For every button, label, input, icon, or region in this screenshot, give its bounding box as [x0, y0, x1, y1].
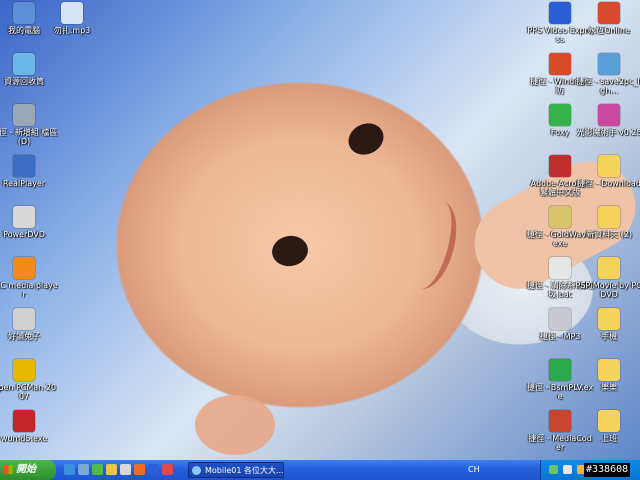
save2pc-icon: [598, 53, 620, 75]
desktop-icon-vlc[interactable]: VLC media player: [0, 257, 58, 299]
folder-icon: [598, 410, 620, 432]
desktop-icon-realplayer[interactable]: RealPlayer: [0, 155, 58, 188]
mediacoder-icon: [549, 410, 571, 432]
folder-icon: [598, 155, 620, 177]
vlc-icon: [13, 257, 35, 279]
wallpaper-baby-ear: [195, 395, 275, 455]
desktop-icon-folder[interactable]: 新資料夾 (2): [575, 206, 640, 239]
desktop-icon-pcman[interactable]: Open PCMan 2007: [0, 359, 58, 401]
rabbit-icon: [13, 308, 35, 330]
start-button[interactable]: 開始: [0, 460, 56, 480]
taskbar-window-button[interactable]: Mobile01 各位大大...: [188, 462, 284, 478]
desktop-icon-rabbit[interactable]: 好讀兔子: [0, 308, 58, 341]
recycle-bin-icon: [13, 53, 35, 75]
desktop-icon-label: 好讀兔子: [8, 332, 40, 341]
taskbar: 開始 Mobile01 各位大大... CH: [0, 460, 640, 480]
goldwave-icon: [549, 206, 571, 228]
cd-icon: [549, 308, 571, 330]
camera-icon: [598, 104, 620, 126]
wallpaper-baby-eye-right: [343, 117, 389, 161]
powerdvd-icon: [13, 206, 35, 228]
desktop-icon-recycle-bin[interactable]: 資源回收筒: [0, 53, 58, 86]
desktop-icon-label: VLC media player: [0, 281, 58, 299]
language-indicator[interactable]: CH: [468, 460, 480, 480]
windows-firewall-icon: [549, 53, 571, 75]
desktop-icon-folder[interactable]: 上班: [575, 410, 640, 443]
desktop-icon-label: 資源回收筒: [4, 77, 44, 86]
watermark-text: #338608: [584, 463, 631, 477]
player-icon[interactable]: [134, 464, 145, 475]
desktop-icon-label: 新資料夾 (2): [586, 230, 632, 239]
desktop-icon-label: PowerDVD: [3, 230, 45, 239]
desktop-icon-game[interactable]: 永恆Online: [575, 2, 640, 35]
wallpaper-baby-eye-left: [269, 233, 311, 269]
media-icon[interactable]: [120, 464, 131, 475]
desktop-icon-label: RealPlayer: [2, 179, 46, 188]
tray-network-icon[interactable]: [549, 465, 558, 474]
desktop-wallpaper: 我的電腦資源回收筒捷徑 - 新增組 檔區 (D)RealPlayerPowerD…: [0, 0, 640, 460]
pps-icon[interactable]: [148, 464, 159, 475]
drive-icon: [13, 104, 35, 126]
desktop-icon-music-file[interactable]: 勿扎.mp3: [38, 2, 106, 35]
mail-icon[interactable]: [106, 464, 117, 475]
desktop-icon-md5[interactable]: wumd5.exe: [0, 410, 58, 443]
music-file-icon: [61, 2, 83, 24]
desktop-icon-camera[interactable]: 光影魔術手 v0.25: [575, 104, 640, 137]
desktop-icon-label: wumd5.exe: [0, 434, 48, 443]
desktop-icon-label: 捷徑 - save2pc_ligh...: [576, 77, 640, 95]
flv-icon: [549, 359, 571, 381]
foxy-icon: [549, 104, 571, 126]
realplayer-icon: [13, 155, 35, 177]
desktop-icon-save2pc[interactable]: 捷徑 - save2pc_ligh...: [575, 53, 640, 95]
browser-icon: [192, 466, 201, 475]
msn-icon[interactable]: [92, 464, 103, 475]
folder-icon: [598, 257, 620, 279]
taskbar-window-title: Mobile01 各位大大...: [205, 466, 284, 475]
desktop-icon-label: 捷徑 - Download: [577, 179, 640, 188]
desktop-icon-folder[interactable]: 樂樂: [575, 359, 640, 392]
desktop-icon-folder[interactable]: 捷徑 - Download: [575, 155, 640, 188]
desktop-icon-label: PSP Movie by PQDVD: [575, 281, 640, 299]
folder-icon: [598, 359, 620, 381]
desktop-icon-label: 手機: [601, 332, 617, 341]
wallpaper-baby-mouth: [399, 195, 465, 295]
desktop-icon-label: 光影魔術手 v0.25: [576, 128, 640, 137]
md5-icon: [13, 410, 35, 432]
folder-icon: [598, 206, 620, 228]
game-icon: [598, 2, 620, 24]
computer-icon: [13, 2, 35, 24]
desktop-icon[interactable]: [78, 464, 89, 475]
desktop-icon-powerdvd[interactable]: PowerDVD: [0, 206, 58, 239]
desktop-icon-label: Open PCMan 2007: [0, 383, 56, 401]
ie-icon[interactable]: [64, 464, 75, 475]
pps-icon: [549, 2, 571, 24]
desktop-icon-label: 永恆Online: [588, 26, 630, 35]
pcman-icon: [13, 359, 35, 381]
desktop-icon-folder[interactable]: PSP Movie by PQDVD: [575, 257, 640, 299]
flag-icon[interactable]: [162, 464, 173, 475]
desktop-icon-label: 上班: [601, 434, 617, 443]
desktop-icon-drive[interactable]: 捷徑 - 新增組 檔區 (D): [0, 104, 58, 146]
tray-volume-icon[interactable]: [563, 465, 572, 474]
acrobat-icon: [549, 155, 571, 177]
desktop-icon-folder[interactable]: 手機: [575, 308, 640, 341]
batch-file-icon: [549, 257, 571, 279]
desktop-icon-label: 樂樂: [601, 383, 617, 392]
windows-logo-icon: [4, 465, 13, 474]
desktop-icon-label: 勿扎.mp3: [53, 26, 91, 35]
folder-icon: [598, 308, 620, 330]
desktop-icon-label: 捷徑 - 新增組 檔區 (D): [0, 128, 58, 146]
start-label: 開始: [16, 464, 36, 475]
